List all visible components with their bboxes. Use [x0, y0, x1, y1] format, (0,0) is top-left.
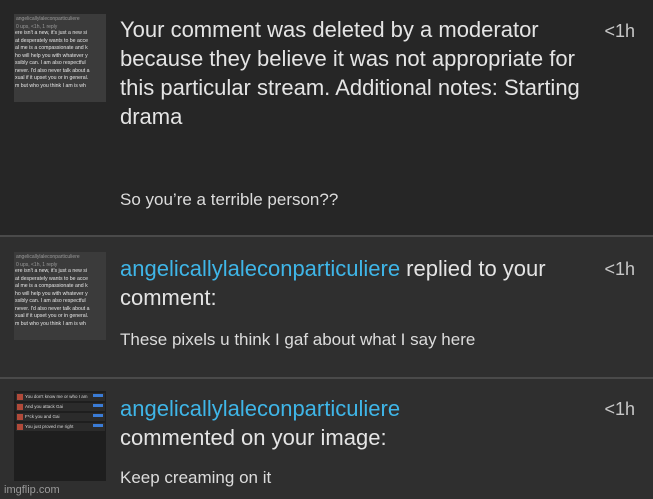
timestamp: <1h	[604, 259, 635, 279]
thumbnail-text-line: ssibly can. I am also respectful	[15, 60, 86, 66]
thumbnail-username: angelicallylaleconparticuliere	[16, 16, 80, 22]
thumbnail-text-line: al me is a compassionate and k	[15, 283, 88, 289]
thumbnail-text-line: xual if it upset you or in general.	[15, 313, 89, 319]
thumbnail-text-line: m but who you think I am is wh	[15, 82, 86, 89]
notification-item[interactable]: angelicallylaleconparticuliere 0 ups, <1…	[0, 0, 653, 237]
thumbnail-text-line: al me is a compassionate and k	[15, 45, 88, 51]
comment-thumbnail[interactable]: angelicallylaleconparticuliere 0 ups, <1…	[14, 252, 106, 340]
thumbnail-text-line: ssibly can. I am also respectful	[15, 298, 86, 304]
thumbnail-text-line: m but who you think I am is wh	[15, 320, 86, 327]
timestamp: <1h	[604, 21, 635, 41]
comment-preview: So you’re a terrible person??	[120, 190, 339, 209]
thumbnail-text-line: never. I'd also never talk about a	[15, 67, 90, 74]
notification-item[interactable]: You don't know me or who I am And you at…	[0, 379, 653, 499]
thumbnail-text-line: at desperately wants to be acce	[15, 275, 88, 282]
comment-preview: Keep creaming on it	[120, 468, 272, 487]
notification-message: angelicallylaleconparticuliere commented …	[120, 394, 590, 452]
timestamp: <1h	[604, 399, 635, 419]
thumbnail-comment-row: F*ck you and Gai	[16, 413, 105, 421]
username-link[interactable]: angelicallylaleconparticuliere	[120, 256, 400, 281]
notification-message: angelicallylaleconparticuliere replied t…	[120, 254, 590, 312]
thumbnail-comment-text: You just proved me right	[25, 424, 74, 429]
notification-item[interactable]: angelicallylaleconparticuliere 0 ups, <1…	[0, 237, 653, 379]
thumbnail-comment-text: And you attack Gai	[25, 404, 64, 409]
thumbnail-text-line: at desperately wants to be acce	[15, 37, 88, 44]
comment-preview: These pixels u think I gaf about what I …	[120, 330, 476, 349]
comment-thumbnail[interactable]: angelicallylaleconparticuliere 0 ups, <1…	[14, 14, 106, 102]
thumbnail-comment-row: And you attack Gai	[16, 403, 105, 411]
username-link[interactable]: angelicallylaleconparticuliere	[120, 396, 400, 421]
thumbnail-text-line: ho will help you with whatever y	[15, 290, 88, 297]
thumbnail-text-line: ere isn't a new, it's just a new si	[15, 268, 88, 274]
thumbnail-text-line: ere isn't a new, it's just a new si	[15, 30, 88, 36]
thumbnail-comment-text: F*ck you and Gai	[25, 414, 60, 419]
notification-message: Your comment was deleted by a moderator …	[120, 17, 580, 129]
thumbnail-text-line: never. I'd also never talk about a	[15, 305, 90, 312]
imgflip-watermark: imgflip.com	[4, 484, 60, 496]
thumbnail-comment-row: You just proved me right	[16, 423, 105, 431]
thumbnail-text-line: ho will help you with whatever y	[15, 52, 88, 59]
image-thumbnail[interactable]: You don't know me or who I am And you at…	[14, 391, 106, 481]
notification-action: commented on your image:	[120, 425, 387, 450]
thumbnail-text-line: xual if it upset you or in general.	[15, 75, 89, 81]
thumbnail-comment-text: You don't know me or who I am	[25, 394, 88, 399]
thumbnail-username: angelicallylaleconparticuliere	[16, 254, 80, 260]
thumbnail-comment-row: You don't know me or who I am	[16, 393, 105, 401]
